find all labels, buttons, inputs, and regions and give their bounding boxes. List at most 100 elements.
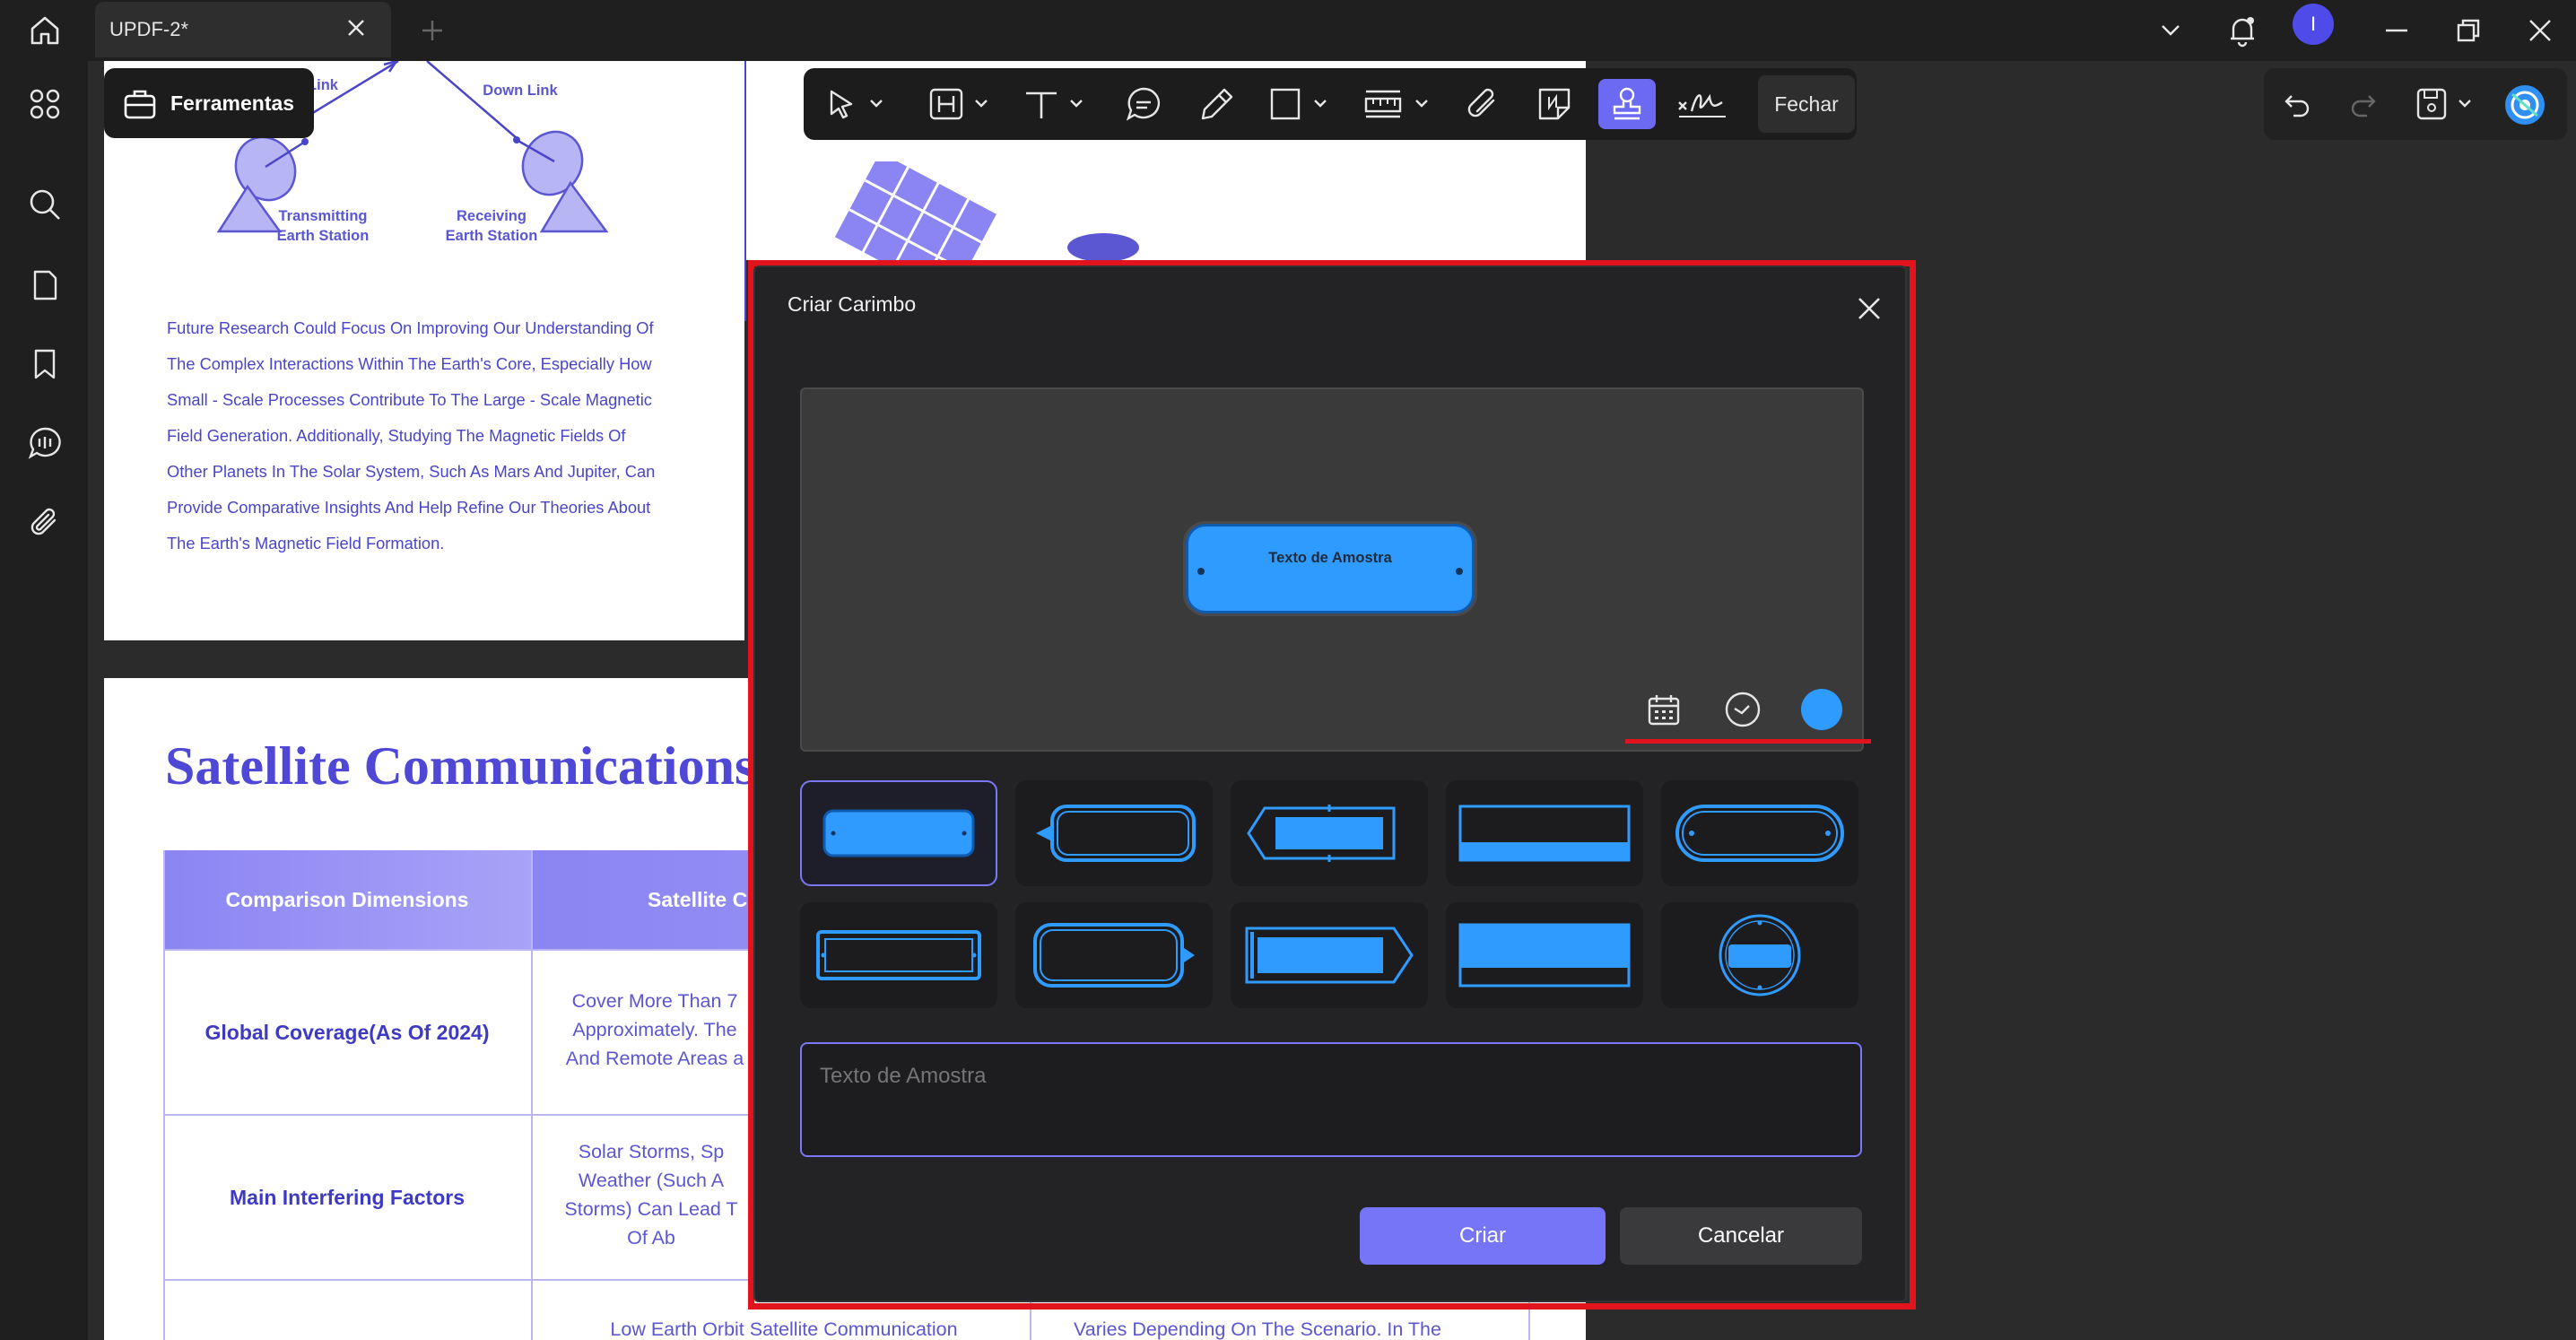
table-row-label: Global Coverage(As Of 2024)	[205, 1020, 490, 1044]
rectangle-icon	[1270, 88, 1327, 120]
insert-date-button[interactable]	[1641, 687, 1686, 732]
page-divider	[744, 61, 746, 321]
notifications-button[interactable]	[2214, 5, 2271, 56]
pen-tool-button[interactable]	[1193, 79, 1241, 129]
stamp-template-arrow-icon	[1245, 927, 1414, 984]
stamp-template-6[interactable]	[800, 902, 997, 1008]
left-sidebar	[0, 61, 88, 1340]
stamp-template-2[interactable]	[1015, 780, 1213, 886]
create-button[interactable]: Criar	[1360, 1207, 1606, 1265]
ai-assistant-button[interactable]	[2502, 83, 2547, 127]
tools-button[interactable]: Ferramentas	[104, 68, 314, 138]
tab-document[interactable]: UPDF-2*	[95, 2, 391, 57]
stamp-text-input[interactable]	[800, 1042, 1862, 1157]
page-icon	[33, 270, 57, 300]
speech-bubble-icon	[1126, 87, 1161, 121]
minimize-icon	[2386, 29, 2407, 32]
stamp-template-7[interactable]	[1015, 902, 1213, 1008]
highlight-tool-button[interactable]	[926, 79, 1001, 129]
annotation-toolbar	[804, 68, 1857, 140]
new-tab-button[interactable]	[411, 9, 454, 52]
page1-paragraph: Future Research Could Focus On Improving…	[167, 310, 687, 561]
close-toolbar-button[interactable]: Fechar	[1758, 75, 1855, 133]
paragraph-line: Provide Comparative Insights And Help Re…	[167, 498, 651, 517]
stamp-icon	[1613, 87, 1641, 120]
stamp-tool-button[interactable]	[1598, 79, 1656, 129]
sidebar-item-tools[interactable]	[20, 79, 70, 129]
cancel-button[interactable]: Cancelar	[1620, 1207, 1862, 1265]
stamp-template-1[interactable]	[800, 780, 997, 886]
stamp-template-8[interactable]	[1231, 902, 1428, 1008]
station-label-line: Transmitting	[278, 208, 368, 224]
stamp-color-picker[interactable]	[1799, 687, 1844, 732]
cell-line: Of Ab	[627, 1227, 675, 1249]
cell-line: Approximately. The	[572, 1019, 737, 1040]
search-icon	[30, 189, 60, 220]
redo-button[interactable]	[2341, 83, 2384, 126]
stamp-template-tag-left-icon	[1036, 805, 1196, 862]
text-icon	[1026, 91, 1083, 118]
table-row-label: Main Interfering Factors	[230, 1185, 465, 1209]
stamp-template-5[interactable]	[1661, 780, 1858, 886]
minimize-button[interactable]	[2368, 5, 2425, 56]
stamp-template-banner-filled-icon	[1458, 923, 1631, 988]
stamp-preview-text: Texto de Amostra	[1268, 550, 1392, 566]
cursor-icon	[830, 90, 883, 119]
text-tool-button[interactable]	[1021, 79, 1096, 129]
station-label-line: Earth Station	[276, 228, 370, 244]
undo-button[interactable]	[2276, 83, 2319, 126]
stamp-template-4[interactable]	[1446, 780, 1643, 886]
clock-icon	[1725, 692, 1761, 727]
cell-line: Storms) Can Lead T	[564, 1198, 738, 1220]
comment-icon	[28, 427, 61, 459]
paragraph-line: Field Generation. Additionally, Studying…	[167, 426, 626, 445]
stamp-template-9[interactable]	[1446, 902, 1643, 1008]
close-window-button[interactable]	[2511, 5, 2569, 56]
link-label-right: Down Link	[483, 83, 558, 99]
stamp-dot	[1456, 568, 1463, 575]
satellite-illustration	[834, 161, 1139, 260]
dialog-title: Criar Carimbo	[788, 292, 917, 316]
paragraph-line: The Earth's Magnetic Field Formation.	[167, 534, 445, 553]
stamp-template-banner-icon	[1458, 805, 1631, 862]
dialog-close-button[interactable]	[1849, 289, 1889, 328]
restore-icon	[2457, 19, 2480, 42]
home-button[interactable]	[16, 5, 74, 56]
paragraph-line: Other Planets In The Solar System, Such …	[167, 462, 656, 481]
sidebar-item-search[interactable]	[20, 179, 70, 230]
grid-icon	[30, 89, 60, 119]
insert-time-button[interactable]	[1720, 687, 1765, 732]
sidebar-item-attachments[interactable]	[20, 497, 70, 547]
sidebar-item-pages[interactable]	[20, 260, 70, 310]
close-tab-icon[interactable]	[344, 16, 368, 39]
attach-tool-button[interactable]	[1458, 79, 1507, 129]
save-button[interactable]	[2411, 83, 2486, 126]
pen-icon	[1201, 88, 1233, 120]
avatar-initial: I	[2310, 13, 2317, 35]
sticky-note-button[interactable]	[1530, 79, 1579, 129]
sidebar-item-bookmarks[interactable]	[20, 339, 70, 389]
restore-button[interactable]	[2440, 5, 2497, 56]
stamp-template-10[interactable]	[1661, 902, 1858, 1008]
close-icon	[2529, 20, 2551, 41]
shape-tool-button[interactable]	[1265, 79, 1340, 129]
cell-line: Weather (Such A	[578, 1170, 725, 1191]
signature-tool-button[interactable]	[1672, 79, 1733, 129]
toolbox-icon	[124, 90, 156, 119]
select-tool-button[interactable]	[820, 79, 901, 129]
measure-tool-button[interactable]	[1360, 79, 1440, 129]
bell-icon	[2231, 17, 2254, 48]
comment-tool-button[interactable]	[1119, 79, 1168, 129]
cell-line: And Remote Areas a	[565, 1048, 744, 1069]
stamp-template-rounded-icon	[822, 809, 975, 857]
paragraph-line: The Complex Interactions Within The Eart…	[167, 354, 652, 373]
calendar-icon	[1648, 695, 1680, 726]
stamp-template-3[interactable]	[1231, 780, 1428, 886]
user-avatar[interactable]: I	[2293, 4, 2334, 45]
paperclip-icon	[30, 508, 57, 535]
cell-line: Solar Storms, Sp	[578, 1141, 725, 1162]
table-cell: Low Earth Orbit Satellite Communication	[610, 1318, 958, 1340]
ruler-icon	[1364, 90, 1428, 118]
sidebar-item-comments[interactable]	[20, 418, 70, 468]
tabs-dropdown-button[interactable]	[2142, 5, 2199, 56]
